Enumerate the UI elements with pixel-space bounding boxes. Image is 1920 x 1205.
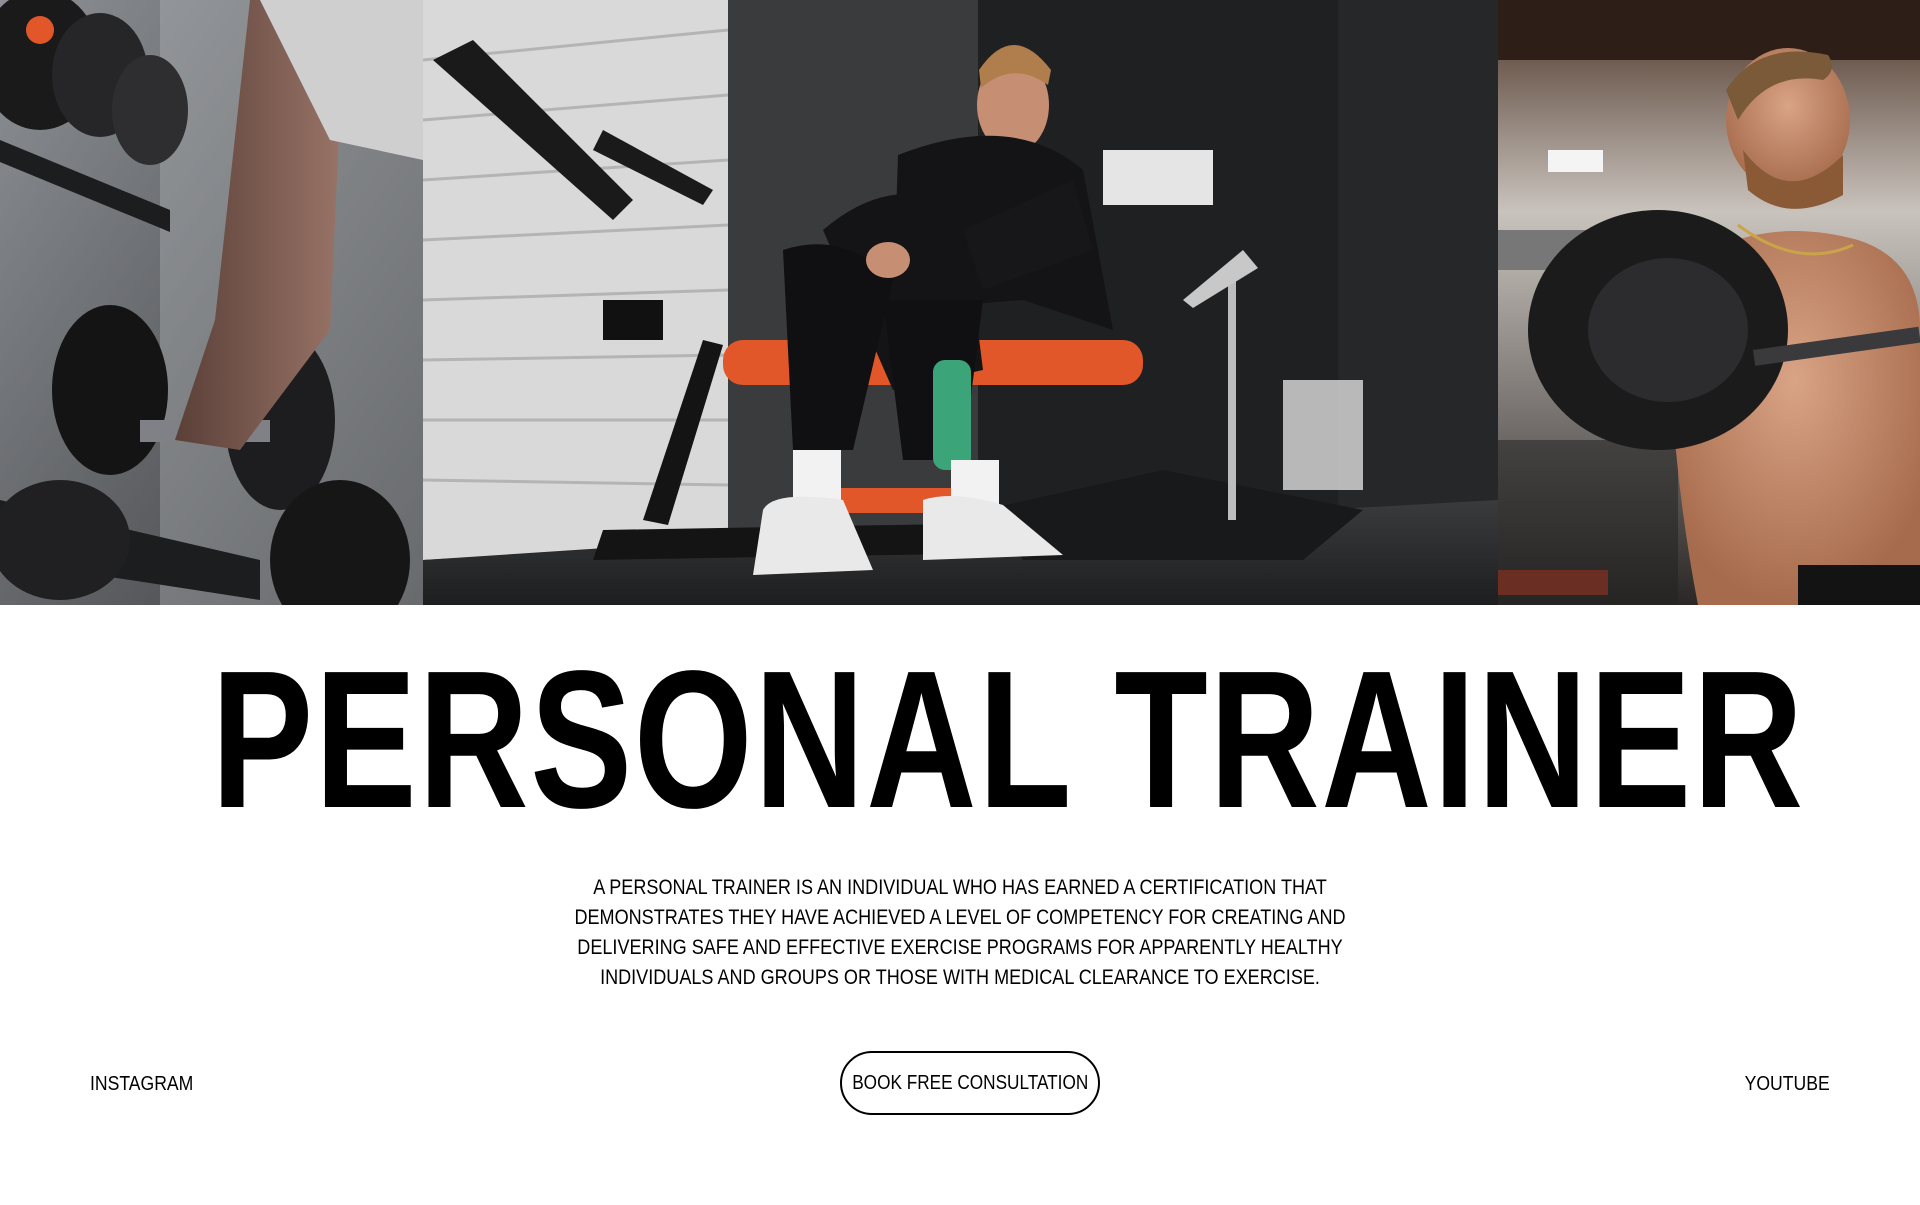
hero-image-dumbbells xyxy=(0,0,423,605)
book-consultation-button[interactable]: BOOK FREE CONSULTATION xyxy=(840,1051,1100,1115)
youtube-link[interactable]: YOUTUBE xyxy=(1745,1070,1830,1098)
dumbbell-rack-illustration xyxy=(0,0,423,605)
trainer-illustration xyxy=(423,0,1498,605)
hero-image-strip xyxy=(0,0,1920,605)
landing-page: PERSONAL TRAINER A personal trainer is a… xyxy=(0,0,1920,1205)
athlete-illustration xyxy=(1498,0,1920,605)
hero-image-trainer xyxy=(423,0,1498,605)
hero-image-athlete xyxy=(1498,0,1920,605)
page-title: PERSONAL TRAINER xyxy=(211,630,1805,849)
instagram-link[interactable]: INSTAGRAM xyxy=(90,1070,193,1098)
page-description: A personal trainer is an individual who … xyxy=(574,876,1346,989)
book-consultation-label: BOOK FREE CONSULTATION xyxy=(851,1072,1089,1094)
